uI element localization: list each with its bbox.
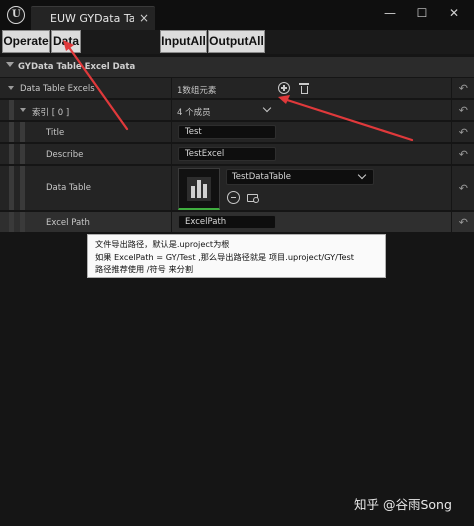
watermark: 知乎 @谷雨Song (354, 497, 452, 512)
annotation-arrow-2 (282, 97, 414, 142)
arrowhead-1 (63, 40, 74, 51)
annotation-arrows (63, 40, 414, 142)
annotation-arrow-1 (66, 44, 129, 131)
